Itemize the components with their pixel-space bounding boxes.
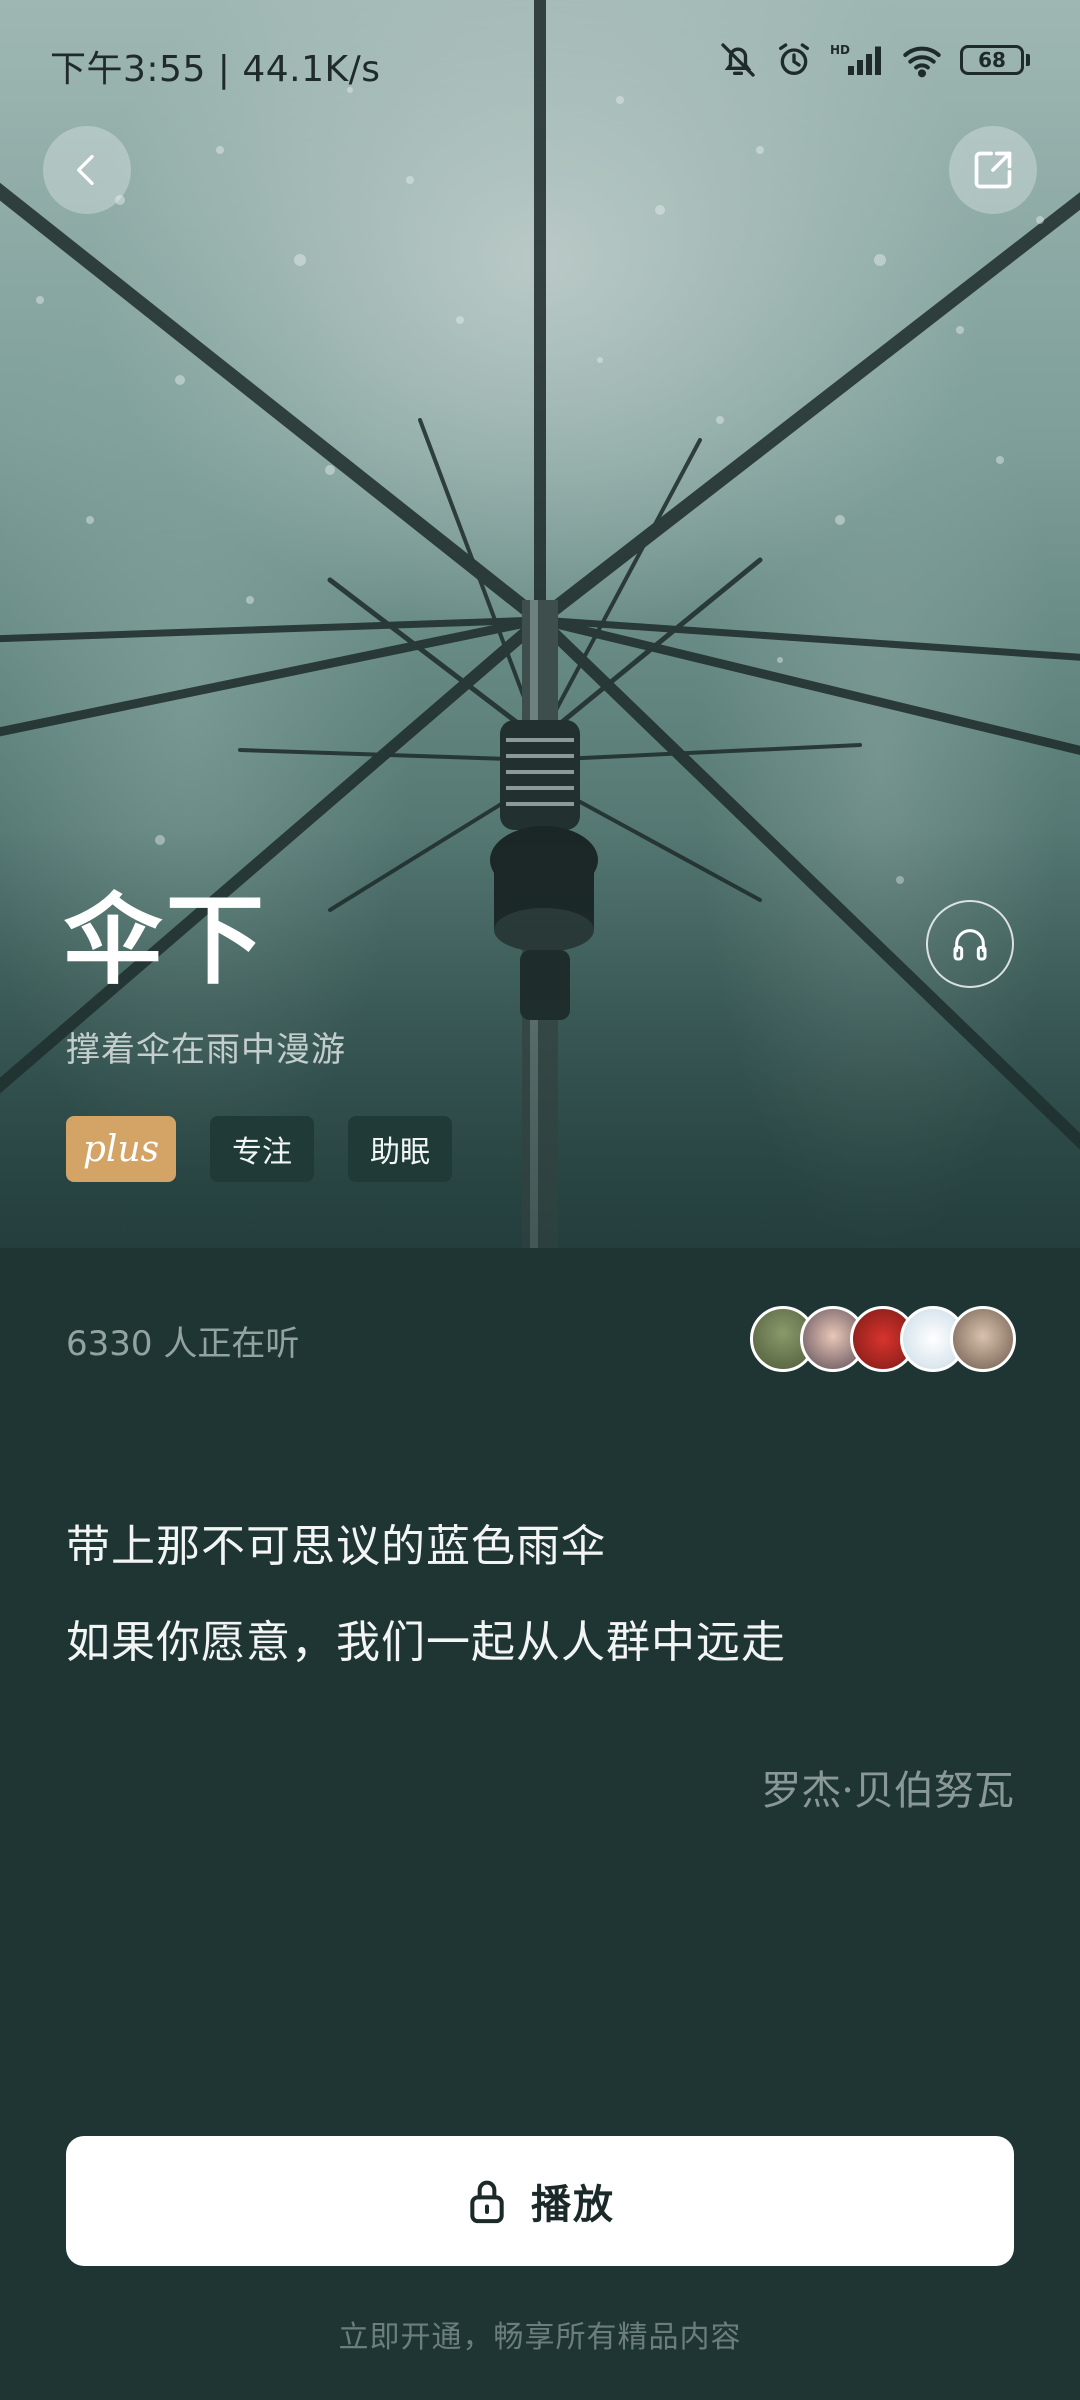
- play-label: 播放: [531, 2182, 615, 2228]
- headphones-icon: [953, 929, 987, 961]
- subscribe-promo-link[interactable]: 立即开通，畅享所有精品内容: [0, 2312, 1080, 2356]
- back-button[interactable]: [43, 126, 131, 214]
- listener-avatars[interactable]: [750, 1306, 1016, 1372]
- page-title: 伞下: [64, 884, 269, 998]
- svg-text:HD: HD: [830, 43, 850, 57]
- avatar: [950, 1306, 1016, 1372]
- status-time-speed: 下午3:55 | 44.1K/s: [50, 49, 381, 90]
- mute-bell-icon: [721, 43, 755, 77]
- hd-signal-icon: HD: [830, 43, 881, 75]
- chevron-left-icon: [77, 155, 94, 185]
- battery-level: 68: [960, 45, 1024, 75]
- quote-line-1: 带上那不可思议的蓝色雨伞: [66, 1521, 606, 1572]
- status-bar: 下午3:55 | 44.1K/s HD 68: [0, 0, 1080, 130]
- wifi-icon: [903, 46, 941, 78]
- tag-list: plus 专注 助眠: [66, 1116, 452, 1182]
- plus-badge: plus: [66, 1116, 176, 1182]
- page-subtitle: 撑着伞在雨中漫游: [66, 1030, 346, 1070]
- headphones-button[interactable]: [926, 900, 1014, 988]
- tag-sleep[interactable]: 助眠: [348, 1116, 452, 1182]
- listener-count: 6330 人正在听: [66, 1324, 300, 1364]
- play-button[interactable]: 播放: [66, 2136, 1014, 2266]
- status-icons: HD 68: [718, 40, 1030, 80]
- share-button[interactable]: [949, 126, 1037, 214]
- quote-author: 罗杰·贝伯努瓦: [761, 1768, 1014, 1814]
- quote-line-2: 如果你愿意，我们一起从人群中远走: [66, 1617, 786, 1668]
- share-icon: [974, 151, 1012, 189]
- tag-focus[interactable]: 专注: [210, 1116, 314, 1182]
- battery-icon: 68: [960, 45, 1030, 75]
- alarm-icon: [779, 43, 809, 75]
- lock-icon: [470, 2180, 504, 2224]
